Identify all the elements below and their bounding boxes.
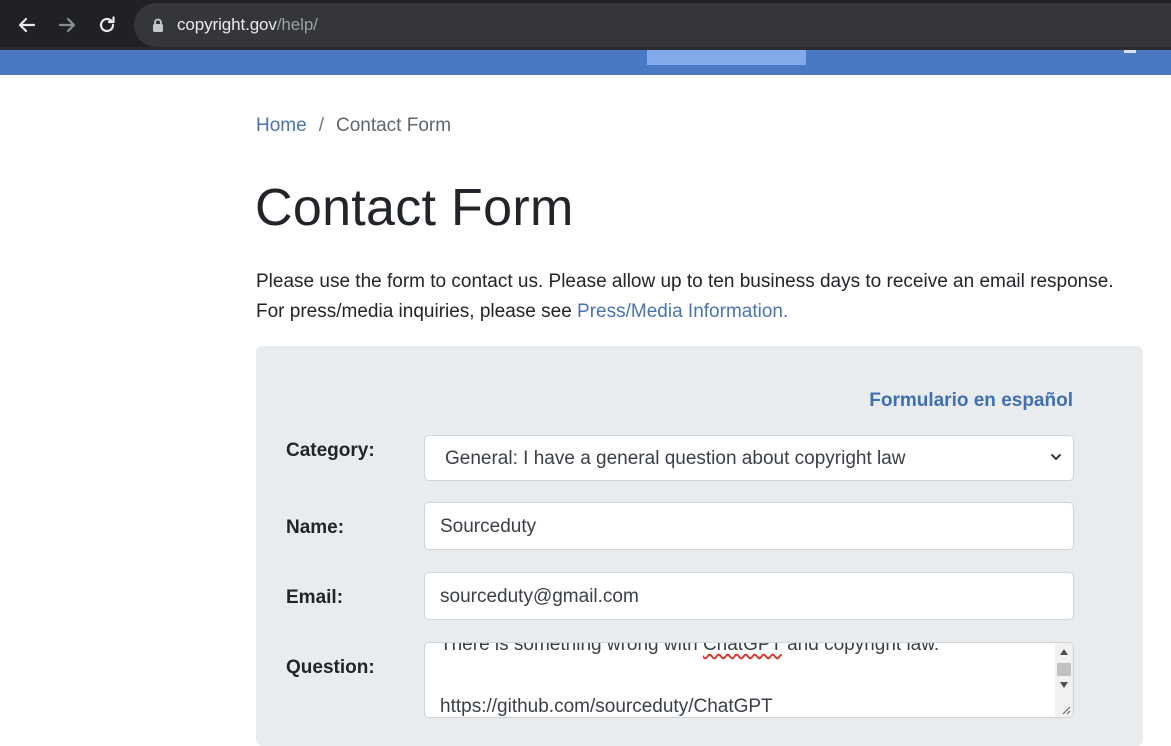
resize-handle-icon[interactable] [1061,705,1071,715]
site-nav-mark [1124,50,1136,53]
back-arrow-icon [18,17,36,33]
site-nav-active-item[interactable] [647,50,806,65]
scroll-thumb[interactable] [1057,663,1071,676]
back-button[interactable] [14,12,40,38]
browser-toolbar: copyright.gov/help/ [0,0,1171,50]
name-value: Sourceduty [440,516,537,537]
address-bar[interactable]: copyright.gov/help/ [134,3,1171,47]
scroll-up-icon[interactable] [1060,649,1068,655]
name-label: Name: [286,517,345,538]
breadcrumb-current: Contact Form [335,115,452,136]
scroll-down-icon[interactable] [1060,682,1068,688]
page-title: Contact Form [255,179,574,237]
site-nav-bar [0,50,1171,75]
forward-arrow-icon [58,17,76,33]
question-textarea[interactable]: There is something wrong with ChatGPT an… [424,642,1074,718]
email-value: sourceduty@gmail.com [440,586,639,607]
category-select[interactable]: General: I have a general question about… [424,435,1074,481]
email-field[interactable]: sourceduty@gmail.com [424,572,1074,620]
question-line-2: https://github.com/sourceduty/ChatGPT [440,696,773,717]
intro-line-2-prefix: For press/media inquiries, please see [256,301,578,322]
question-line-1: There is something wrong with ChatGPT an… [440,642,940,657]
category-label: Category: [286,440,375,461]
intro-line-2: For press/media inquiries, please see Pr… [256,297,1156,327]
question-line-1-end: and copyright law. [781,642,940,655]
question-label: Question: [286,657,375,678]
forward-button[interactable] [54,12,80,38]
url-text: copyright.gov/help/ [177,15,318,35]
intro-line-1: Please use the form to contact us. Pleas… [256,271,1114,292]
url-host: copyright.gov [177,15,277,34]
chevron-down-icon [1051,454,1061,460]
url-path: /help/ [276,15,318,34]
question-line-1-start: There is something wrong with [440,642,703,655]
breadcrumb-home-link[interactable]: Home [256,115,307,136]
contact-form-panel: Formulario en español Category: General:… [256,346,1143,746]
spellcheck-word: ChatGPT [702,642,782,655]
reload-icon [99,16,115,33]
email-label: Email: [286,587,344,608]
lock-icon [153,18,163,32]
category-selected-value: General: I have a general question about… [445,448,906,469]
spanish-form-link[interactable]: Formulario en español [869,390,1073,412]
press-media-link[interactable]: Press/Media Information. [577,301,788,322]
name-field[interactable]: Sourceduty [424,502,1074,550]
intro-text: Please use the form to contact us. Pleas… [256,267,1156,327]
breadcrumb-separator: / [318,115,324,136]
reload-button[interactable] [94,12,120,38]
breadcrumb: Home / Contact Form [256,114,451,138]
